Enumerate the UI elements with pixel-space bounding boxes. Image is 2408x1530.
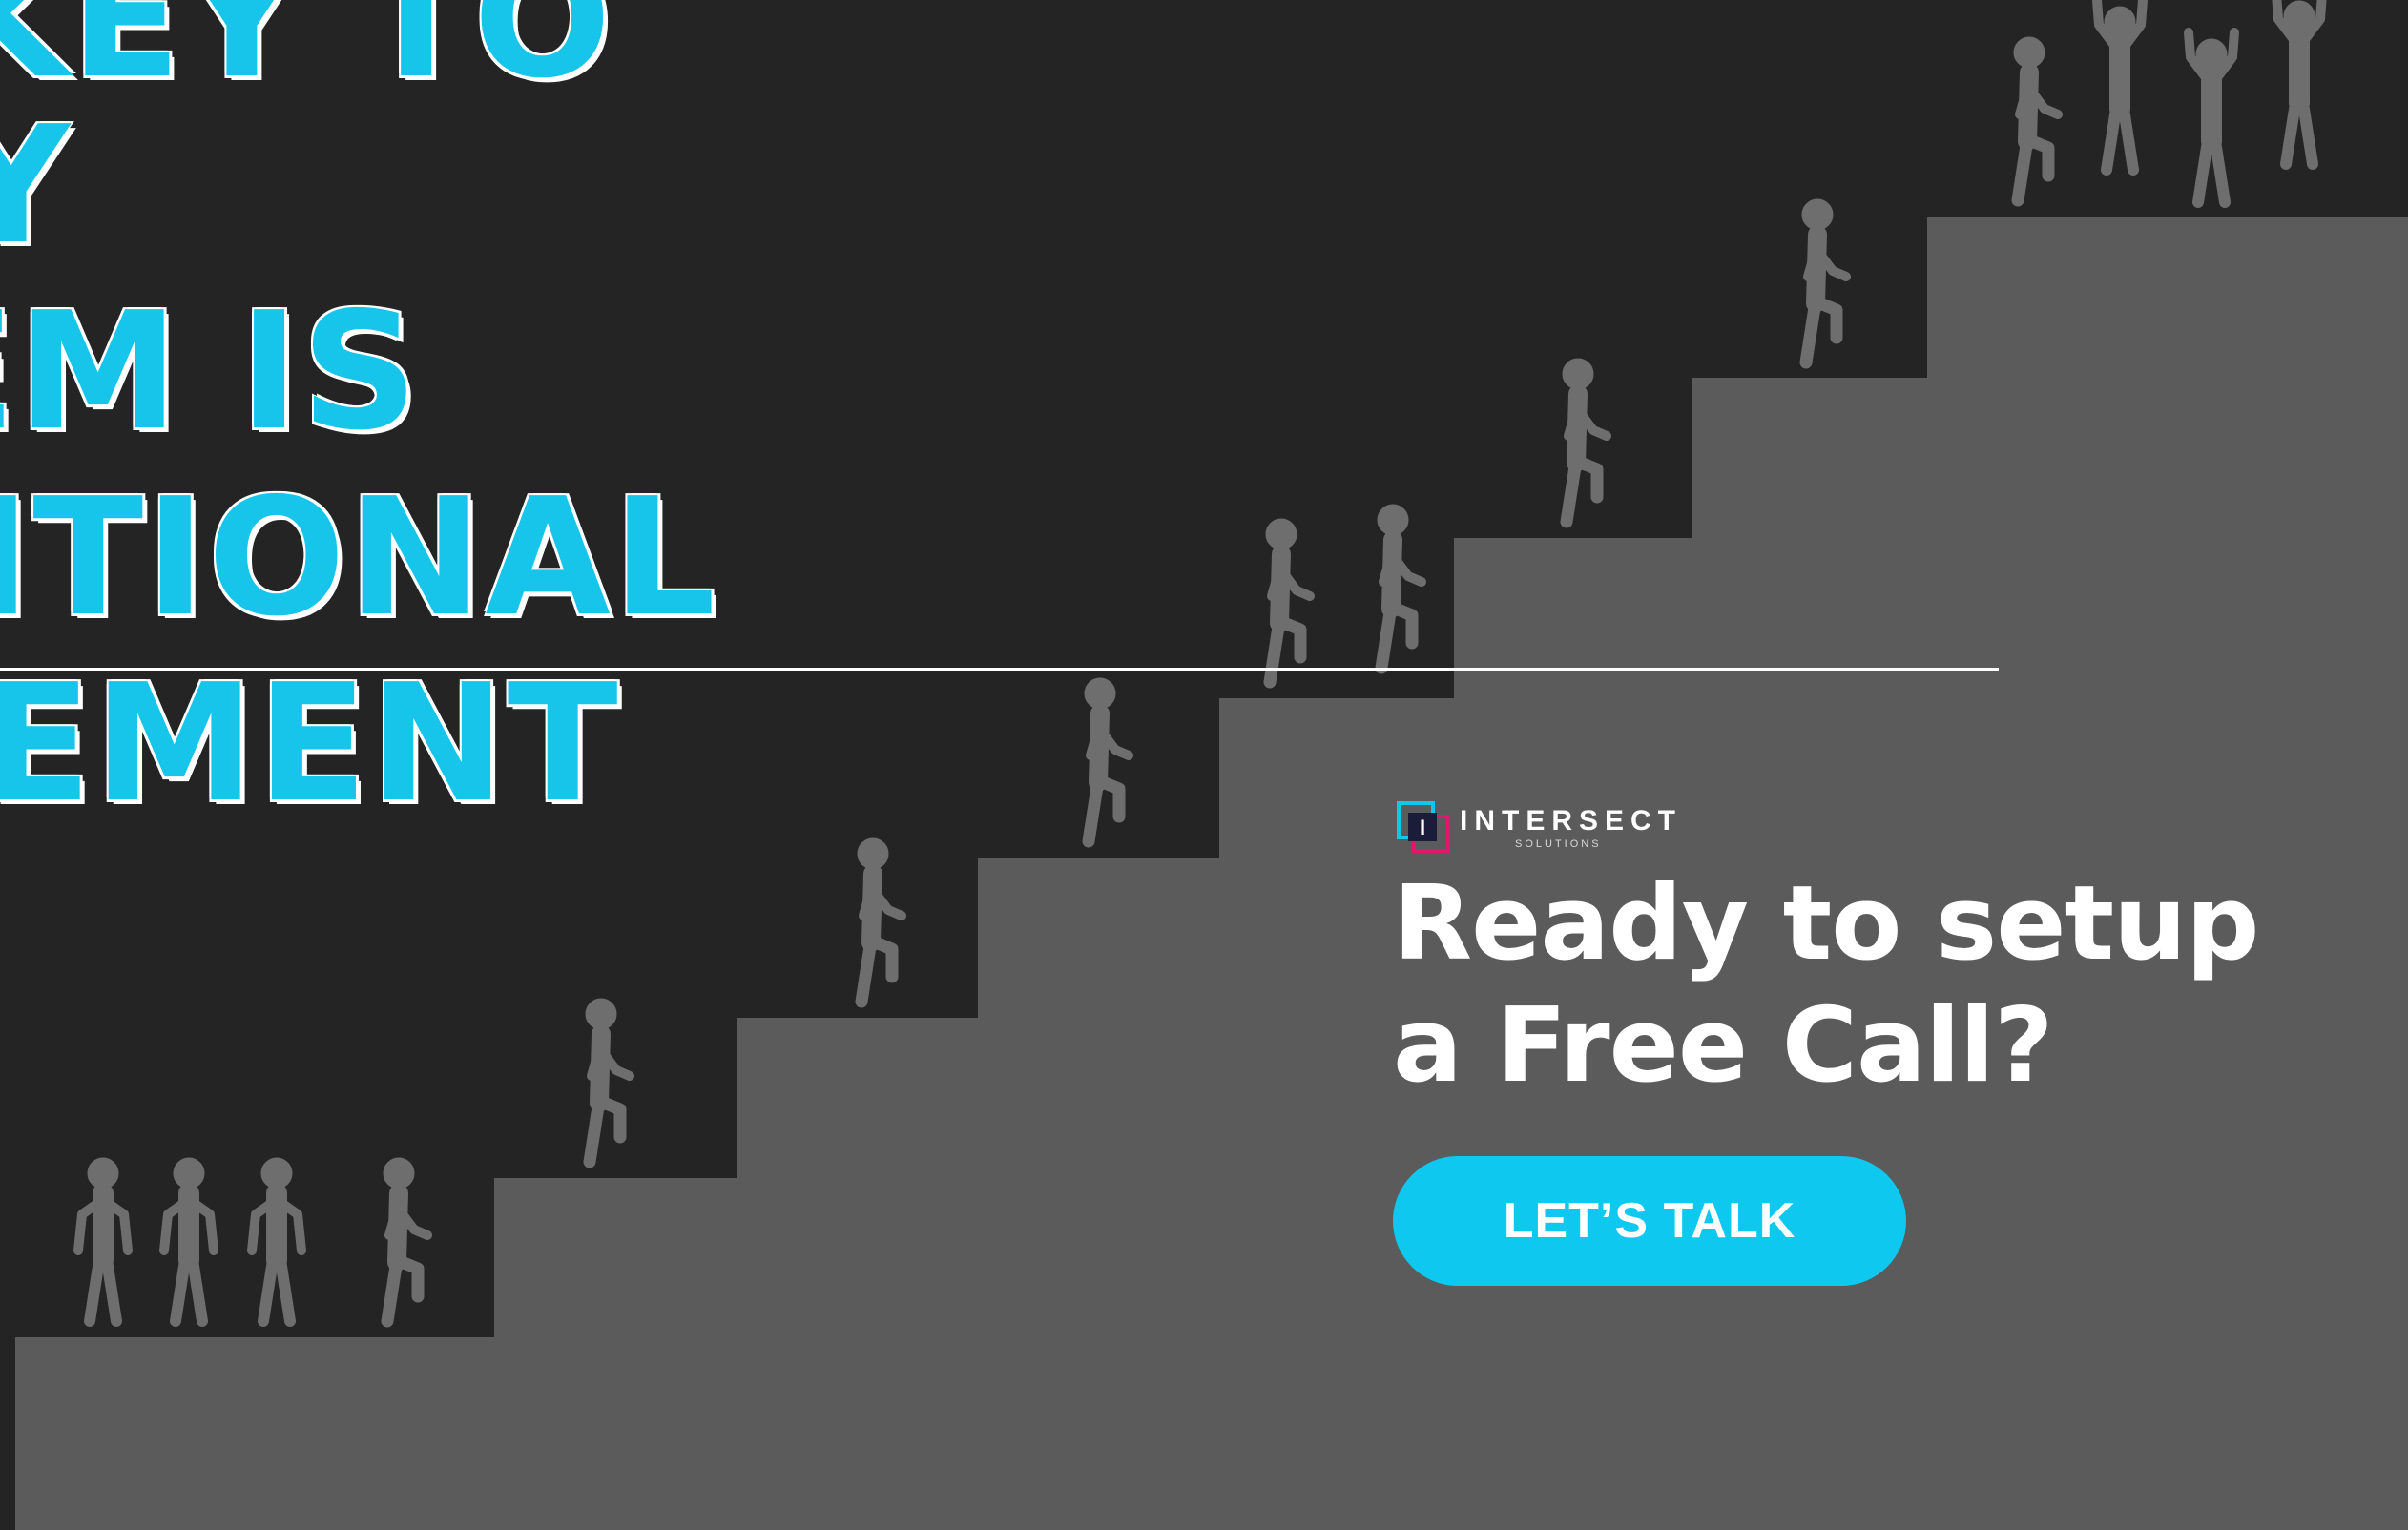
banner: KEY TO Y EM IS NTIONAL EMENT I INTERSECT… (0, 0, 2408, 1530)
headline-line: EM IS (0, 278, 421, 466)
person-walking-icon (858, 838, 902, 1002)
person-walking-icon (384, 1158, 427, 1321)
cta-title-line: Ready to setup (1393, 864, 2259, 983)
intersect-logo-icon: I (1397, 801, 1450, 853)
person-standing-icon (78, 1158, 128, 1321)
person-celebrating-icon (2097, 0, 2143, 170)
divider-line (0, 668, 1999, 671)
headline-line: NTIONAL (0, 464, 718, 652)
person-walking-icon (1563, 359, 1607, 522)
person-walking-icon (1378, 505, 1422, 668)
person-standing-icon (252, 1158, 301, 1321)
headline-line: EMENT (0, 650, 620, 838)
person-walking-icon (1085, 678, 1129, 841)
intersect-logo: I INTERSECT SOLUTIONS (1397, 801, 1702, 855)
person-standing-icon (164, 1158, 214, 1321)
person-celebrating-icon (2189, 32, 2234, 202)
person-walking-icon (1802, 199, 1846, 362)
lets-talk-button[interactable]: LET’S TALK (1393, 1156, 1906, 1286)
person-walking-icon (586, 999, 630, 1162)
headline-line: KEY TO (0, 0, 613, 114)
logo-mark-letter: I (1420, 816, 1425, 839)
logo-name: INTERSECT (1460, 805, 1683, 837)
person-walking-icon (2014, 37, 2058, 200)
cta-title-line: a Free Call? (1393, 986, 2054, 1106)
person-walking-icon (1266, 519, 1310, 682)
cta-title: Ready to setup a Free Call? (1393, 863, 2259, 1107)
logo-subtitle: SOLUTIONS (1515, 838, 1602, 850)
headline-line: Y (0, 92, 73, 280)
person-celebrating-icon (2276, 0, 2322, 164)
